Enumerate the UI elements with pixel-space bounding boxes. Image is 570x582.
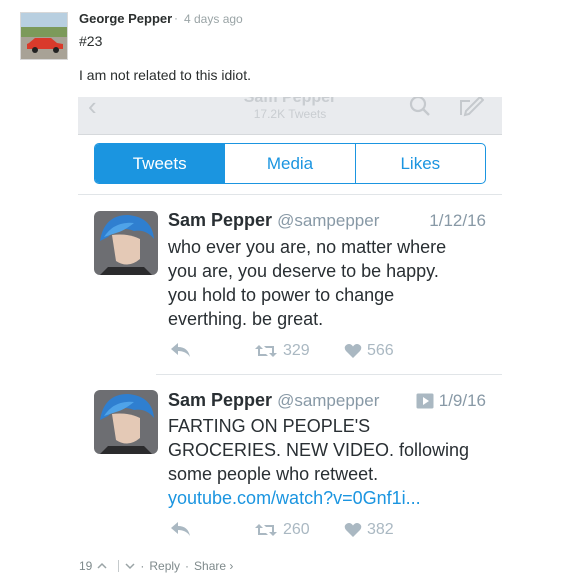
- reply-icon: [170, 521, 192, 537]
- tweet-line: some people who retweet.: [168, 464, 379, 484]
- tweet-date: 1/9/16: [416, 391, 486, 411]
- retweet-icon: [255, 345, 277, 357]
- chevron-up-icon[interactable]: [97, 559, 107, 573]
- profile-tabs: Tweets Media Likes: [94, 143, 486, 184]
- like-number: 382: [367, 521, 394, 538]
- comment-avatar[interactable]: [20, 12, 68, 60]
- tweet-date-text: 1/12/16: [429, 211, 486, 230]
- tweet-date: 1/12/16: [429, 211, 486, 231]
- divider: [78, 194, 502, 195]
- tweet-handle: @sampepper: [277, 391, 380, 410]
- video-icon: [416, 393, 434, 409]
- retweet-count: 329: [254, 342, 310, 360]
- tweets-count: 17.2K Tweets: [253, 107, 327, 121]
- like-number: 566: [367, 342, 394, 359]
- retweet-icon: [255, 524, 277, 536]
- search-icon: [409, 97, 430, 116]
- avatar-car-image: [21, 13, 67, 59]
- chevron-down-icon[interactable]: [125, 559, 135, 573]
- tab-tweets: Tweets: [95, 144, 226, 183]
- tweet-line: you are, you deserve to be happy.: [168, 261, 439, 281]
- like-count: 382: [344, 521, 394, 539]
- tweet-link: youtube.com/watch?v=0Gnf1i...: [168, 488, 421, 508]
- embedded-screenshot: ‹ Sam Pepper 17.2K Tweets Tweets Media L…: [78, 97, 502, 551]
- tweet-author-name: Sam Pepper: [168, 390, 273, 410]
- comment-footer: 19 · Reply · Share ›: [79, 559, 238, 573]
- share-button[interactable]: Share ›: [194, 559, 233, 573]
- comment-number: #23: [79, 33, 103, 49]
- reply-icon: [170, 342, 192, 358]
- vote-count: 19: [79, 559, 93, 573]
- footer-dot: ·: [140, 559, 145, 573]
- reply-button[interactable]: Reply: [149, 559, 180, 573]
- tweet-line: GROCERIES. NEW VIDEO. following: [168, 440, 470, 460]
- compose-icon: [460, 97, 484, 117]
- retweet-count: 260: [254, 521, 310, 539]
- tweet-divider: [156, 374, 502, 375]
- meta-separator: ·: [174, 11, 178, 25]
- tab-likes: Likes: [400, 153, 441, 173]
- tweet-author: Sam Pepper @sampepper: [168, 390, 379, 411]
- vote-separator: [118, 560, 120, 572]
- tweet-text: FARTING ON PEOPLE'S GROCERIES. NEW VIDEO…: [168, 414, 498, 510]
- tweet-line: who ever you are, no matter where: [168, 237, 447, 257]
- comment-time[interactable]: 4 days ago: [184, 12, 243, 26]
- tweet-author: Sam Pepper @sampepper: [168, 210, 379, 231]
- tweet-line: you hold to power to change: [168, 285, 395, 305]
- comment-body: I am not related to this idiot.: [79, 67, 251, 83]
- heart-icon: [344, 344, 362, 358]
- avatar-image: [94, 211, 158, 275]
- tweet-actions: 260 382: [168, 521, 468, 543]
- tweet-avatar: [94, 390, 158, 454]
- twitter-profile-header: ‹ Sam Pepper 17.2K Tweets: [78, 97, 502, 135]
- tweet-avatar: [94, 211, 158, 275]
- comment-author[interactable]: George Pepper: [79, 11, 172, 26]
- footer-dot: ·: [185, 559, 190, 573]
- tweet-line: everthing. be great.: [168, 309, 324, 329]
- tweet-handle: @sampepper: [277, 211, 380, 230]
- tweet-date-text: 1/9/16: [438, 391, 486, 410]
- tweet-author-name: Sam Pepper: [168, 210, 273, 230]
- tweet-line: FARTING ON PEOPLE'S: [168, 416, 371, 436]
- like-count: 566: [344, 342, 394, 360]
- retweet-number: 329: [283, 342, 310, 359]
- tweet-actions: 329 566: [168, 342, 468, 364]
- profile-name: Sam Pepper: [243, 97, 337, 106]
- tweet-text: who ever you are, no matter where you ar…: [168, 235, 498, 331]
- retweet-number: 260: [283, 521, 310, 538]
- tab-media: Media: [225, 144, 356, 183]
- avatar-image: [94, 390, 158, 454]
- heart-icon: [344, 523, 362, 537]
